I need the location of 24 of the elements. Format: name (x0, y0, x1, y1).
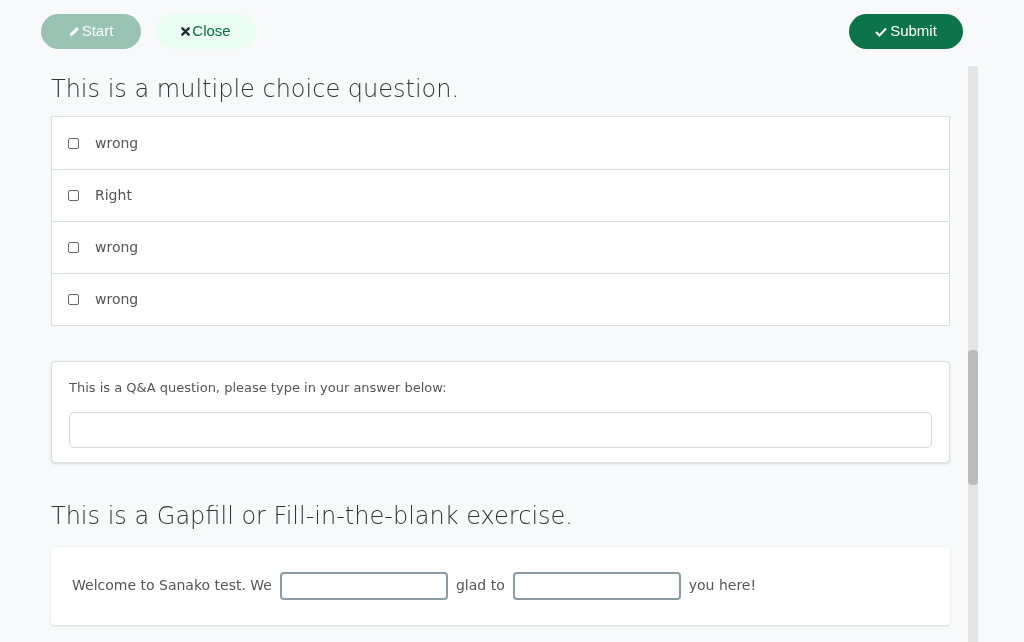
pencil-icon (68, 26, 80, 37)
option-row[interactable]: wrong (52, 117, 949, 169)
sentence-text: glad to (455, 576, 505, 595)
fill-in-field[interactable] (279, 571, 448, 600)
question-title: This is a multiple choice question. (51, 74, 461, 104)
checkbox[interactable] (68, 137, 79, 149)
sentence-text: Welcome to Sanako test. We (72, 576, 272, 595)
option-row[interactable]: Right (52, 169, 949, 221)
close-icon (181, 27, 191, 36)
scrollbar-thumb[interactable] (968, 350, 978, 485)
fill-in-field[interactable] (512, 571, 681, 600)
checkbox[interactable] (68, 190, 79, 201)
question-prompt: This is a Q&A question, please type in your answer below: (69, 379, 448, 397)
exercise-title: This is a Gapfill or Fill-in-the-blank exercise. (51, 500, 574, 531)
sentence-text: you here! (688, 576, 757, 595)
checkbox[interactable] (68, 294, 79, 305)
option-row[interactable]: wrong (52, 273, 949, 325)
check-icon (875, 26, 888, 37)
checkbox[interactable] (68, 242, 79, 253)
option-row[interactable]: wrong (52, 221, 949, 273)
submit-button[interactable]: Submit (849, 14, 963, 49)
scrollbar[interactable] (968, 66, 978, 642)
answer-field[interactable] (69, 411, 932, 448)
close-button[interactable]: Close (156, 14, 256, 49)
